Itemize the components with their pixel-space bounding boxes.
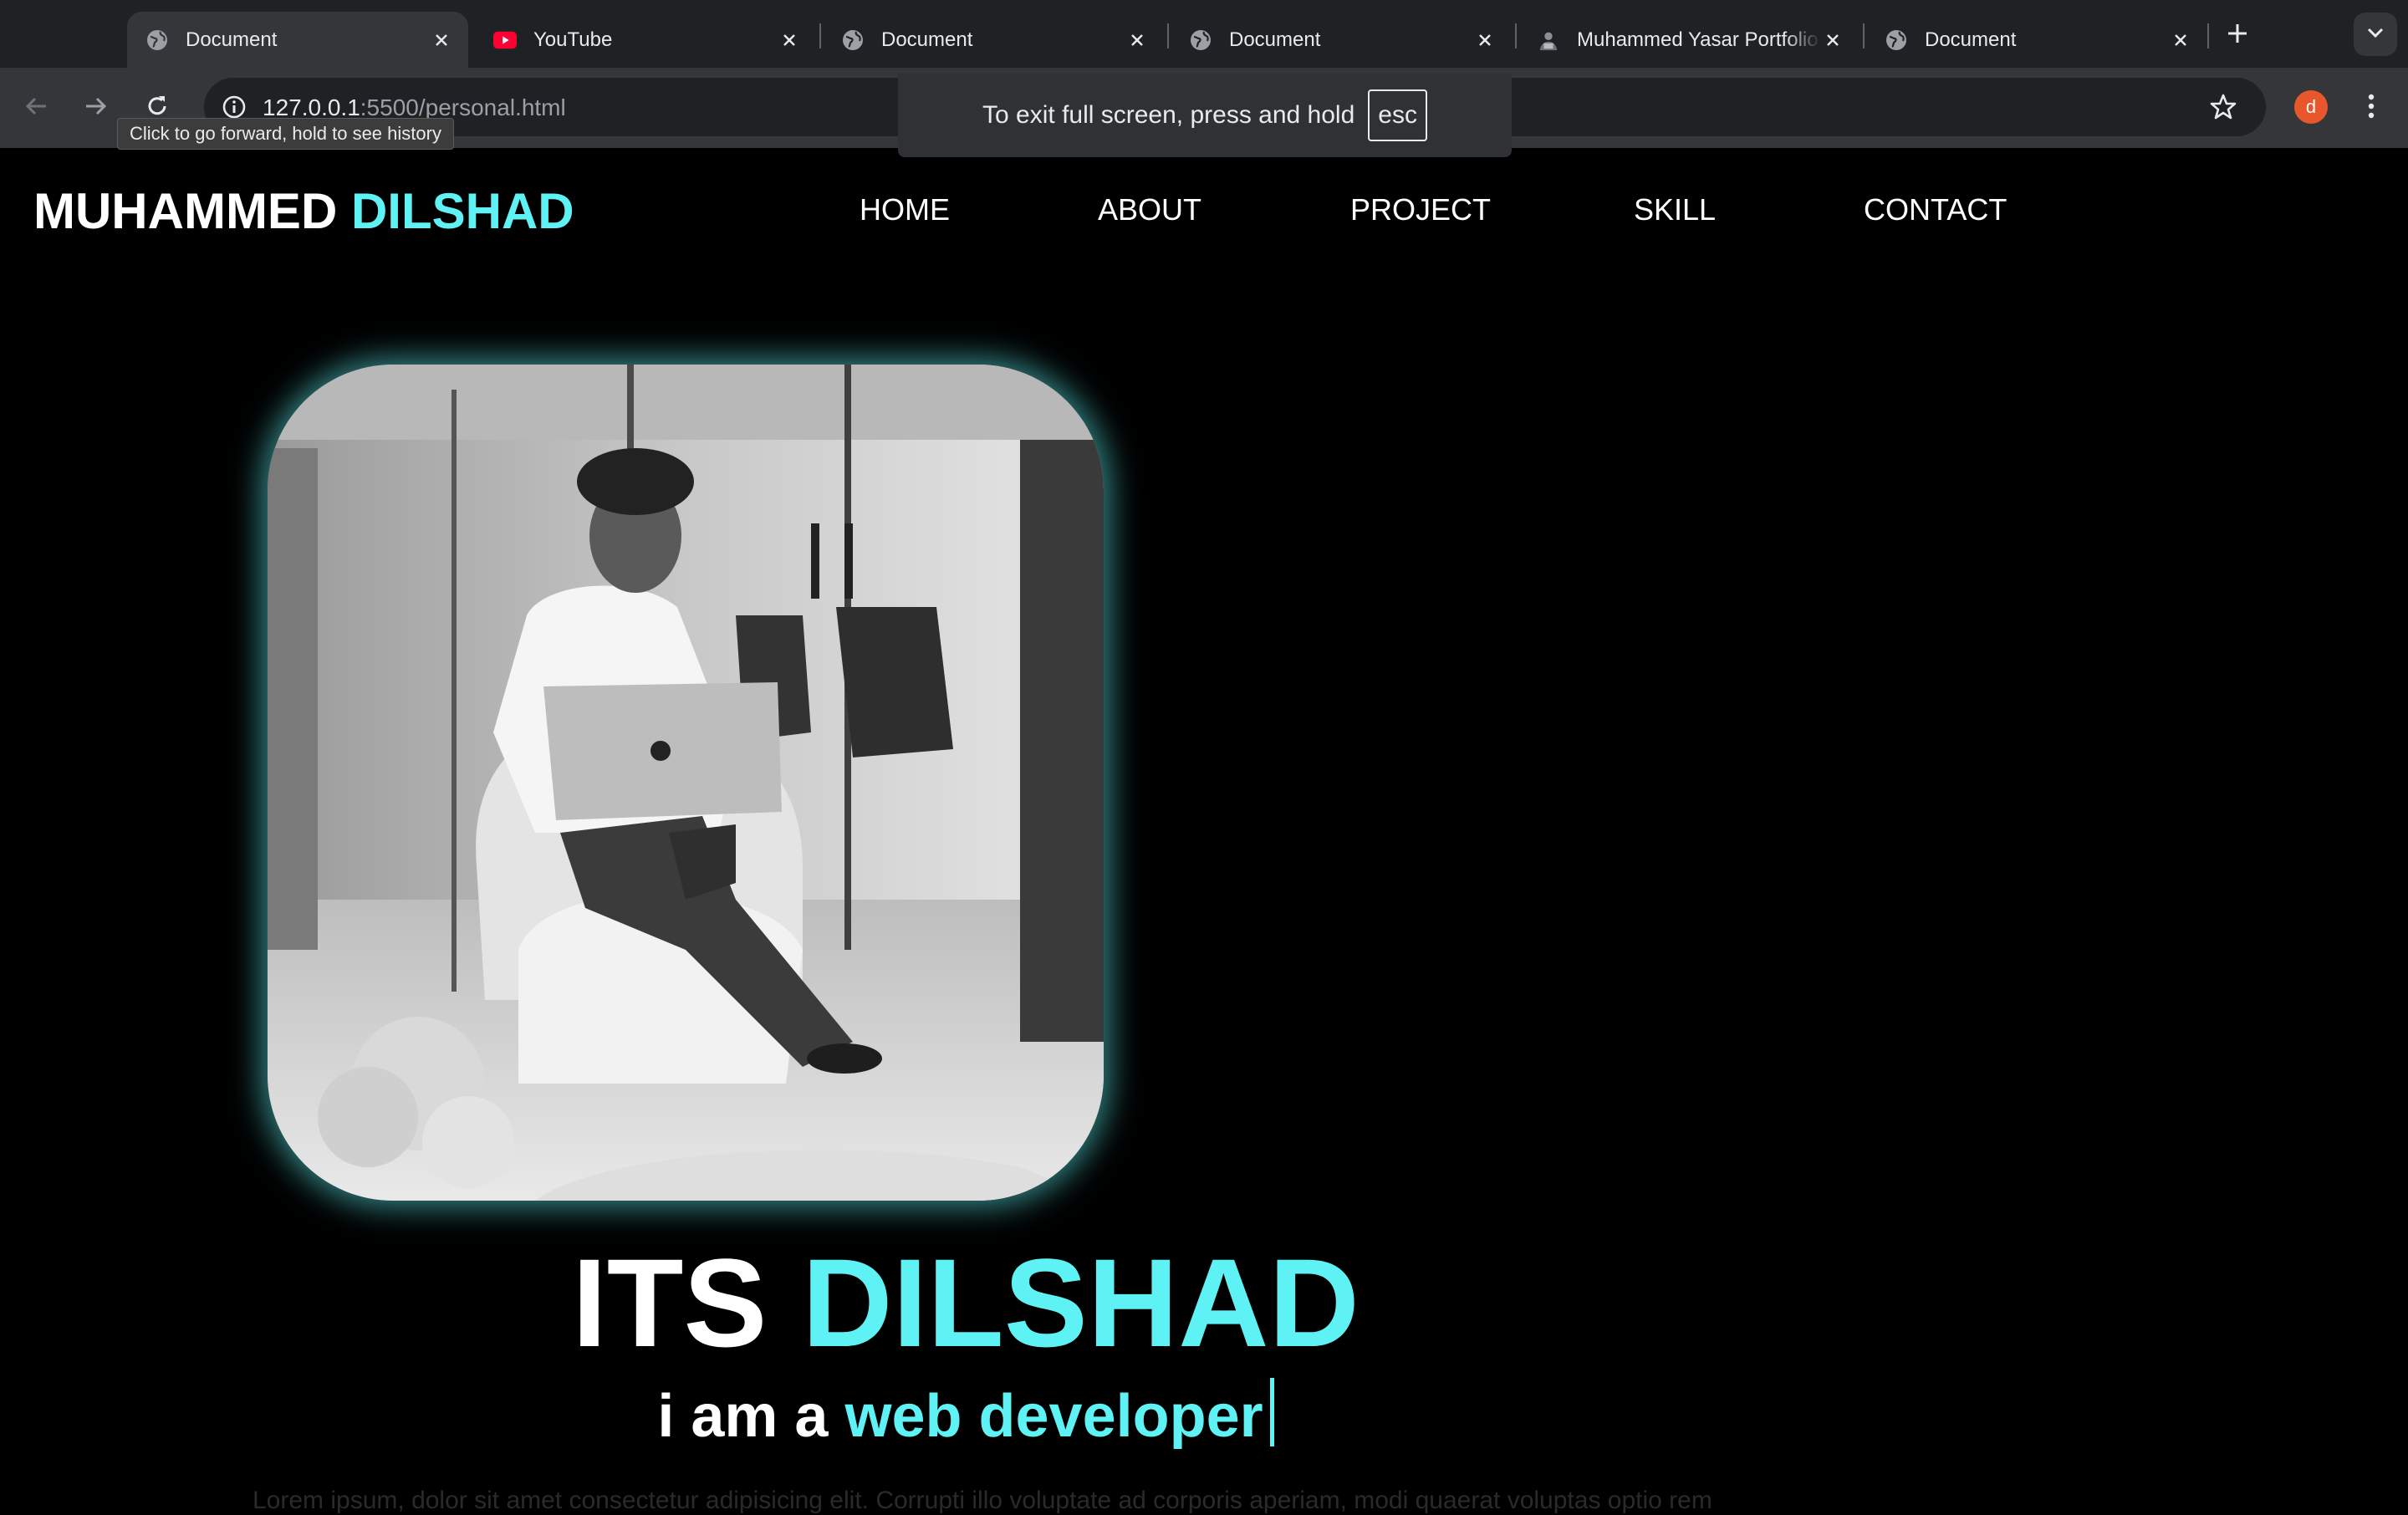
tab-title: YouTube bbox=[533, 28, 613, 51]
forward-button[interactable] bbox=[75, 88, 115, 128]
tab-title: Muhammed Yasar Portfolio bbox=[1577, 28, 1819, 51]
nav-skill[interactable]: SKILL bbox=[1634, 192, 1716, 227]
tab-strip: Document YouTube Document Document Muham… bbox=[0, 0, 2408, 68]
back-button[interactable] bbox=[17, 88, 57, 128]
subline-prefix: i am a bbox=[657, 1383, 829, 1450]
tab-separator bbox=[1167, 23, 1169, 48]
tab-separator bbox=[819, 23, 821, 48]
globe-icon bbox=[145, 28, 169, 52]
tab-title: Document bbox=[1229, 28, 1321, 51]
forward-tooltip: Click to go forward, hold to see history bbox=[117, 118, 454, 150]
logo-first-name: MUHAMMED bbox=[33, 183, 338, 239]
headline-prefix: ITS bbox=[572, 1232, 768, 1373]
tab-separator bbox=[2207, 23, 2209, 48]
arrow-left-icon bbox=[23, 93, 50, 124]
arrow-right-icon bbox=[82, 93, 109, 124]
close-icon[interactable] bbox=[1821, 28, 1844, 52]
esc-key-badge: esc bbox=[1368, 89, 1427, 141]
nav-project[interactable]: PROJECT bbox=[1350, 192, 1491, 227]
hero-subline: i am a web developer bbox=[0, 1378, 1931, 1454]
hero-headline: ITS DILSHAD bbox=[0, 1236, 1931, 1370]
typed-role: web developer bbox=[844, 1383, 1263, 1450]
tab-separator bbox=[1863, 23, 1865, 48]
globe-icon bbox=[841, 28, 865, 52]
close-icon[interactable] bbox=[1125, 28, 1149, 52]
profile-photo bbox=[268, 365, 1104, 1201]
close-icon[interactable] bbox=[2169, 28, 2192, 52]
fullscreen-message: To exit full screen, press and hold bbox=[982, 101, 1355, 129]
avatar-favicon-icon bbox=[1537, 28, 1560, 52]
globe-icon bbox=[1885, 28, 1908, 52]
tab-search-button[interactable] bbox=[2354, 13, 2397, 56]
logo-last-name: DILSHAD bbox=[350, 183, 574, 239]
fullscreen-toast: To exit full screen, press and hold esc bbox=[898, 74, 1512, 157]
nav-home[interactable]: HOME bbox=[860, 192, 950, 227]
close-icon[interactable] bbox=[1473, 28, 1497, 52]
headline-name: DILSHAD bbox=[802, 1232, 1360, 1373]
profile-avatar[interactable]: d bbox=[2294, 90, 2328, 124]
url-host: 127.0.0.1 bbox=[263, 94, 360, 120]
bookmark-star-icon[interactable] bbox=[2204, 88, 2242, 126]
nav-about[interactable]: ABOUT bbox=[1098, 192, 1201, 227]
browser-menu-button[interactable] bbox=[2354, 88, 2388, 128]
tab-title: Document bbox=[1925, 28, 2017, 51]
tab-separator bbox=[1515, 23, 1517, 48]
intro-paragraph: Lorem ipsum, dolor sit amet consectetur … bbox=[253, 1487, 1712, 1514]
chevron-down-icon bbox=[2366, 27, 2385, 43]
tab-title: Document bbox=[186, 28, 278, 51]
url-path: :5500/personal.html bbox=[360, 94, 566, 120]
new-tab-button[interactable] bbox=[2221, 17, 2254, 50]
tab-document-3[interactable]: Document bbox=[1171, 12, 1512, 68]
youtube-icon bbox=[493, 28, 517, 52]
typing-caret bbox=[1269, 1378, 1274, 1446]
profile-photo-image bbox=[268, 365, 1104, 1201]
tab-document-1[interactable]: Document bbox=[127, 12, 468, 68]
tab-document-4[interactable]: Document bbox=[1866, 12, 2207, 68]
close-icon[interactable] bbox=[430, 28, 453, 52]
kebab-menu-icon bbox=[2368, 93, 2375, 124]
tab-yasar-portfolio[interactable]: Muhammed Yasar Portfolio bbox=[1518, 12, 1860, 68]
close-icon[interactable] bbox=[778, 28, 801, 52]
tab-document-2[interactable]: Document bbox=[823, 12, 1164, 68]
globe-icon bbox=[1189, 28, 1212, 52]
tab-title: Document bbox=[881, 28, 973, 51]
tab-youtube[interactable]: YouTube bbox=[475, 12, 816, 68]
site-logo[interactable]: MUHAMMED DILSHAD bbox=[33, 182, 574, 240]
nav-contact[interactable]: CONTACT bbox=[1864, 192, 2007, 227]
